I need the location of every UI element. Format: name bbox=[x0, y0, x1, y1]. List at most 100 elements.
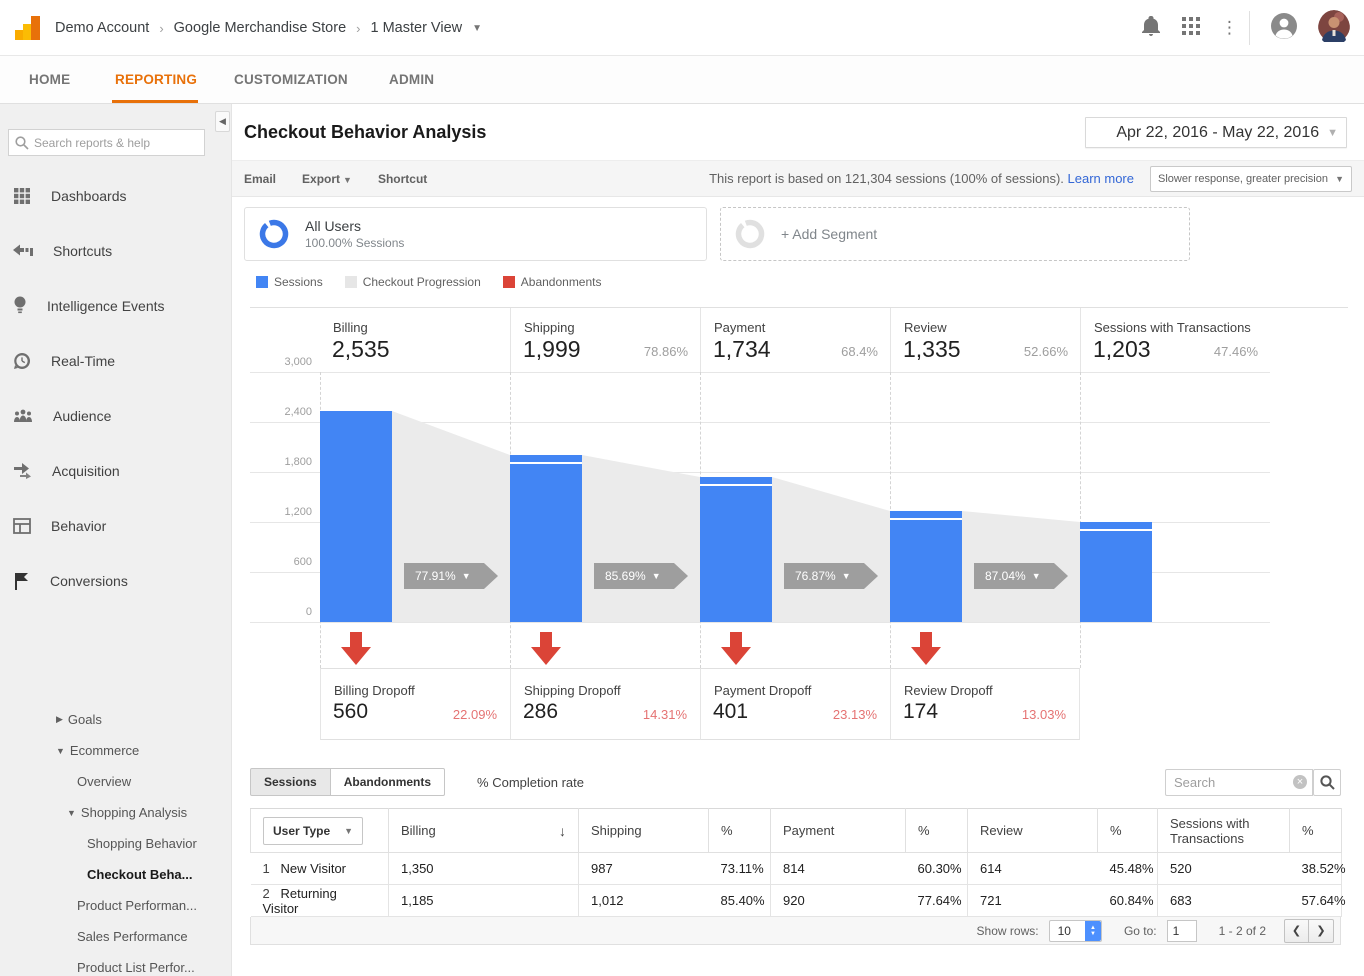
search-button[interactable] bbox=[1313, 769, 1341, 796]
sidebar-item-shopping-behavior[interactable]: Shopping Behavior bbox=[0, 828, 232, 859]
breadcrumb-property[interactable]: Google Merchandise Store bbox=[174, 20, 347, 36]
legend-label: Checkout Progression bbox=[363, 275, 481, 289]
column-header-review-pct[interactable]: % bbox=[1098, 809, 1158, 853]
progression-badge[interactable]: 76.87%▼ bbox=[784, 563, 878, 589]
sidebar-item-shopping-analysis[interactable]: ▼Shopping Analysis bbox=[0, 797, 232, 828]
sidebar-item-acquisition[interactable]: Acquisition bbox=[0, 443, 232, 498]
user-type-dropdown[interactable]: User Type▼ bbox=[263, 817, 363, 845]
table-search-input[interactable] bbox=[1165, 769, 1313, 796]
funnel-bar-payment[interactable] bbox=[700, 477, 772, 622]
column-header-transactions[interactable]: Sessions with Transactions bbox=[1158, 809, 1290, 853]
tab-home[interactable]: HOME bbox=[29, 56, 70, 103]
column-header-review[interactable]: Review bbox=[968, 809, 1098, 853]
tree-label: Shopping Behavior bbox=[87, 836, 197, 851]
column-header-billing[interactable]: Billing↓ bbox=[389, 809, 579, 853]
sidebar-item-checkout-behavior[interactable]: Checkout Beha... bbox=[0, 859, 232, 890]
sidebar-item-audience[interactable]: Audience bbox=[0, 388, 232, 443]
column-header-payment-pct[interactable]: % bbox=[906, 809, 968, 853]
learn-more-link[interactable]: Learn more bbox=[1068, 171, 1134, 186]
cell-shipping-pct: 73.11% bbox=[709, 853, 771, 885]
cell-shipping-pct: 85.40% bbox=[709, 885, 771, 917]
tree-label: Product List Perfor... bbox=[77, 960, 195, 975]
table-tab-sessions[interactable]: Sessions bbox=[250, 768, 331, 796]
funnel-bar-review[interactable] bbox=[890, 511, 962, 622]
dropoff-card-payment: Payment Dropoff 401 23.13% bbox=[700, 668, 890, 740]
sidebar-item-overview[interactable]: Overview bbox=[0, 766, 232, 797]
step-label: Payment bbox=[714, 320, 765, 335]
sidebar-item-product-list-performance[interactable]: Product List Perfor... bbox=[0, 952, 232, 976]
funnel-bar-shipping[interactable] bbox=[510, 455, 582, 622]
table-tab-abandonments[interactable]: Abandonments bbox=[331, 768, 445, 796]
column-header-shipping[interactable]: Shipping bbox=[579, 809, 709, 853]
column-label: Review bbox=[980, 823, 1023, 838]
segment-all-users[interactable]: All Users 100.00% Sessions bbox=[244, 207, 707, 261]
chevron-down-icon: ▼ bbox=[462, 571, 471, 581]
table-row[interactable]: 1New Visitor 1,350 987 73.11% 814 60.30%… bbox=[251, 853, 1342, 885]
email-button[interactable]: Email bbox=[244, 172, 276, 186]
tab-customization[interactable]: CUSTOMIZATION bbox=[234, 56, 348, 103]
account-avatar-icon[interactable] bbox=[1270, 12, 1298, 45]
sampling-precision-dropdown[interactable]: Slower response, greater precision ▼ bbox=[1150, 166, 1352, 192]
sidebar-item-behavior[interactable]: Behavior bbox=[0, 498, 232, 553]
basis-sentence: This report is based on 121,304 sessions… bbox=[709, 171, 1064, 186]
breadcrumb-view[interactable]: 1 Master View bbox=[371, 20, 463, 36]
notifications-bell-icon[interactable] bbox=[1141, 15, 1161, 42]
table-row[interactable]: 2Returning Visitor 1,185 1,012 85.40% 92… bbox=[251, 885, 1342, 917]
chevron-down-icon[interactable]: ▼ bbox=[472, 23, 482, 34]
funnel-bar-billing[interactable] bbox=[320, 411, 392, 622]
sidebar-item-label: Dashboards bbox=[51, 188, 127, 204]
next-page-button[interactable]: ❯ bbox=[1309, 919, 1334, 943]
sidebar-item-conversions[interactable]: Conversions bbox=[0, 553, 232, 608]
profile-photo-avatar[interactable] bbox=[1318, 10, 1350, 47]
column-header-transactions-pct[interactable]: % bbox=[1290, 809, 1342, 853]
funnel-bar-transactions[interactable] bbox=[1080, 522, 1152, 622]
abandonment-arrow-icon bbox=[531, 632, 561, 671]
export-button[interactable]: Export▼ bbox=[302, 172, 352, 186]
sidebar-item-shortcuts[interactable]: Shortcuts bbox=[0, 223, 232, 278]
add-segment-button[interactable]: + Add Segment bbox=[720, 207, 1190, 261]
sidebar-item-real-time[interactable]: Real-Time bbox=[0, 333, 232, 388]
user-type-value: New Visitor bbox=[281, 861, 347, 876]
chevron-down-icon: ▼ bbox=[344, 826, 353, 836]
cell-shipping: 987 bbox=[579, 853, 709, 885]
sidebar-collapse-button[interactable]: ◀ bbox=[215, 111, 230, 132]
progression-badge[interactable]: 85.69%▼ bbox=[594, 563, 688, 589]
sidebar-search-input[interactable] bbox=[34, 136, 194, 150]
sidebar-item-dashboards[interactable]: Dashboards bbox=[0, 168, 232, 223]
clear-search-icon[interactable]: × bbox=[1293, 775, 1307, 789]
progression-badge[interactable]: 77.91% ▼ bbox=[404, 563, 498, 589]
legend-abandonments: Abandonments bbox=[503, 275, 602, 289]
column-label: Billing bbox=[401, 823, 436, 838]
sidebar-item-sales-performance[interactable]: Sales Performance bbox=[0, 921, 232, 952]
step-value: 1,203 bbox=[1093, 336, 1151, 363]
legend-swatch-gray bbox=[345, 276, 357, 288]
completion-rate-label[interactable]: % Completion rate bbox=[477, 775, 584, 790]
more-options-kebab-icon[interactable]: ⋮ bbox=[1221, 25, 1229, 31]
dropoff-value: 174 bbox=[903, 700, 938, 724]
progression-percent: 87.04% bbox=[985, 569, 1026, 583]
progression-badge[interactable]: 87.04%▼ bbox=[974, 563, 1068, 589]
sidebar-item-goals[interactable]: ▶Goals bbox=[0, 704, 232, 735]
tab-reporting[interactable]: REPORTING bbox=[115, 56, 197, 103]
segment-text: All Users 100.00% Sessions bbox=[305, 218, 404, 250]
column-header-payment[interactable]: Payment bbox=[771, 809, 906, 853]
apps-grid-icon[interactable] bbox=[1181, 16, 1201, 41]
goto-page-input[interactable] bbox=[1167, 920, 1197, 942]
show-rows-label: Show rows: bbox=[977, 924, 1039, 938]
show-rows-select[interactable]: 10 ▲▼ bbox=[1049, 920, 1102, 942]
tab-admin[interactable]: ADMIN bbox=[389, 56, 434, 103]
shortcut-button[interactable]: Shortcut bbox=[378, 172, 427, 186]
previous-page-button[interactable]: ❮ bbox=[1284, 919, 1309, 943]
date-range-picker[interactable]: Apr 22, 2016 - May 22, 2016 ▼ bbox=[1085, 117, 1347, 148]
cell-transactions: 520 bbox=[1158, 853, 1290, 885]
column-header-shipping-pct[interactable]: % bbox=[709, 809, 771, 853]
sidebar-item-ecommerce[interactable]: ▼Ecommerce bbox=[0, 735, 232, 766]
sidebar-item-product-performance[interactable]: Product Performan... bbox=[0, 890, 232, 921]
gridline bbox=[250, 622, 1270, 623]
analytics-logo-icon[interactable] bbox=[13, 13, 43, 48]
dropoff-label: Review Dropoff bbox=[904, 683, 993, 698]
breadcrumb-separator: › bbox=[356, 21, 360, 36]
sidebar-item-intelligence-events[interactable]: Intelligence Events bbox=[0, 278, 232, 333]
breadcrumb-account[interactable]: Demo Account bbox=[55, 20, 149, 36]
progression-percent: 77.91% bbox=[415, 569, 456, 583]
